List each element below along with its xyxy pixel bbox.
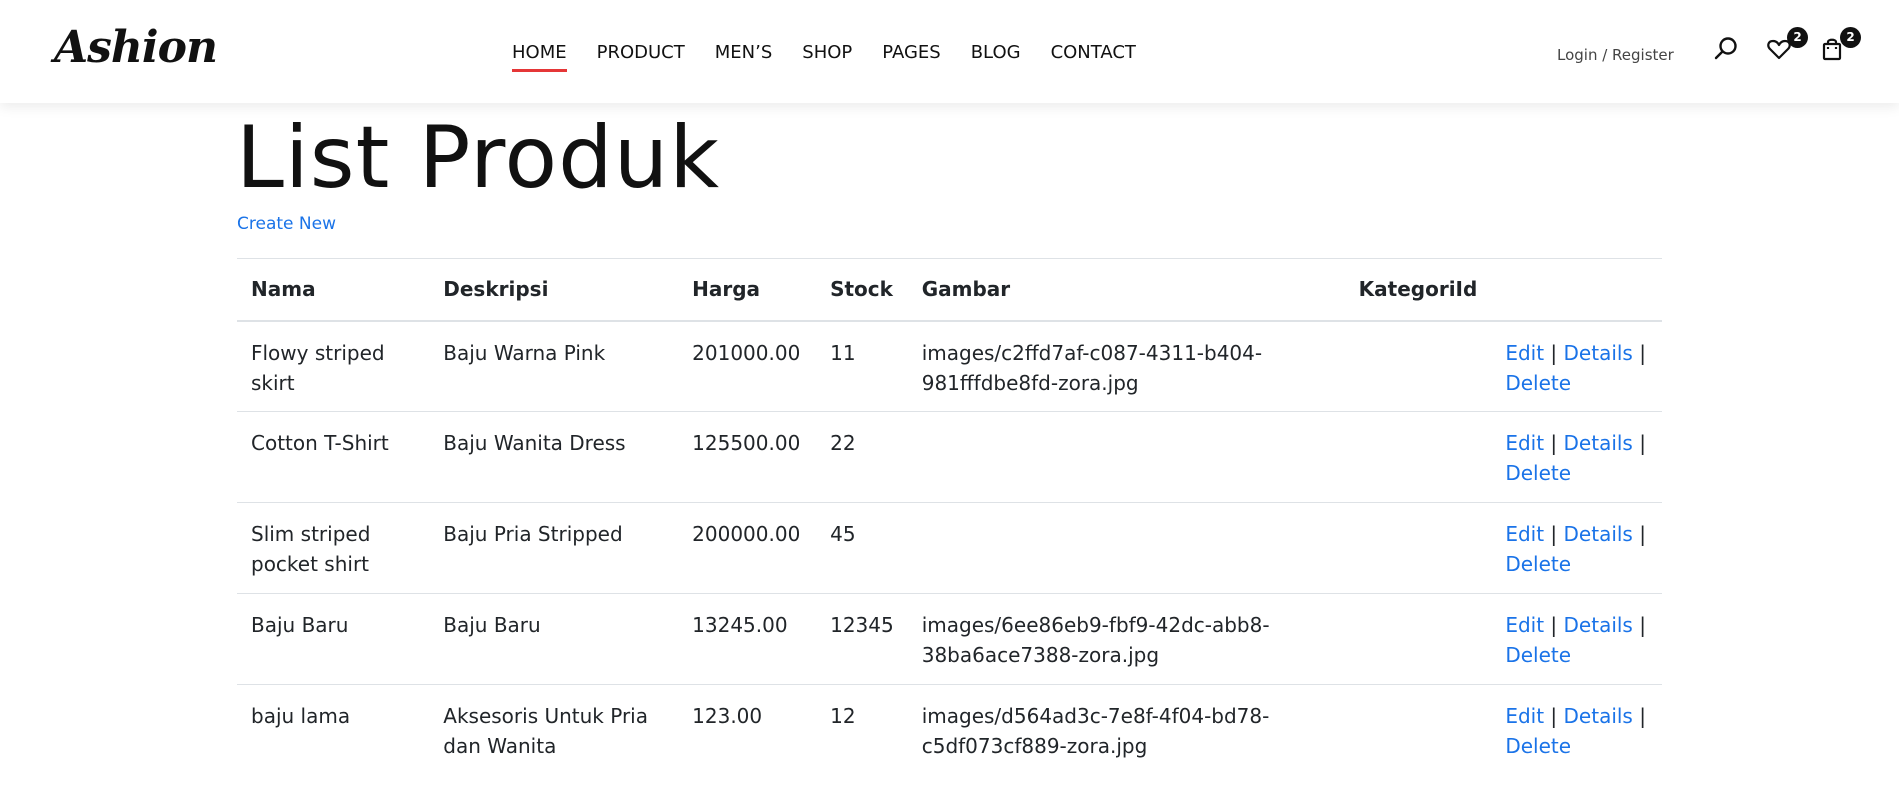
delete-link[interactable]: Delete [1505, 734, 1571, 758]
details-link[interactable]: Details [1564, 522, 1633, 546]
delete-link[interactable]: Delete [1505, 371, 1571, 395]
page-title: List Produk [236, 108, 720, 208]
cell-harga: 200000.00 [678, 502, 817, 594]
nav-blog[interactable]: BLOG [971, 40, 1021, 66]
cell-harga: 201000.00 [678, 320, 817, 412]
column-header-kategoriid: KategoriId [1344, 258, 1492, 322]
table-row: Baju Baru Baju Baru 13245.00 12345 image… [237, 593, 1662, 685]
nav-pages[interactable]: PAGES [882, 40, 940, 66]
delete-link[interactable]: Delete [1505, 461, 1571, 485]
column-header-nama: Nama [237, 258, 430, 322]
nav-mens[interactable]: MEN’S [715, 40, 773, 66]
edit-link[interactable]: Edit [1505, 704, 1544, 728]
cell-stock: 12 [816, 684, 908, 776]
cell-nama: baju lama [237, 684, 430, 776]
cell-nama: Flowy striped skirt [237, 320, 430, 412]
edit-link[interactable]: Edit [1505, 341, 1544, 365]
table-row: Slim striped pocket shirt Baju Pria Stri… [237, 502, 1662, 594]
login-register-link[interactable]: Login / Register [1557, 46, 1674, 64]
search-icon[interactable] [1713, 36, 1743, 66]
brand-logo[interactable]: Ashion [54, 22, 218, 73]
column-header-gambar: Gambar [907, 258, 1345, 322]
action-separator: | [1550, 431, 1558, 455]
cell-actions: Edit | Details | Delete [1491, 320, 1662, 412]
details-link[interactable]: Details [1564, 613, 1633, 637]
cell-gambar: images/d564ad3c-7e8f-4f04-bd78-c5df073cf… [907, 684, 1345, 776]
cell-deskripsi: Aksesoris Untuk Pria dan Wanita [429, 684, 679, 776]
action-separator: | [1550, 613, 1558, 637]
cell-harga: 125500.00 [678, 411, 817, 503]
cell-nama: Baju Baru [237, 593, 430, 685]
table-header-row: Nama Deskripsi Harga Stock Gambar Katego… [237, 258, 1662, 322]
column-header-deskripsi: Deskripsi [429, 258, 679, 322]
product-table: Nama Deskripsi Harga Stock Gambar Katego… [237, 258, 1662, 776]
column-header-stock: Stock [816, 258, 908, 322]
cell-actions: Edit | Details | Delete [1491, 411, 1662, 503]
action-separator: | [1550, 522, 1558, 546]
cell-nama: Cotton T-Shirt [237, 411, 430, 503]
wishlist-count-badge: 2 [1787, 27, 1808, 48]
nav-home[interactable]: HOME [512, 40, 567, 72]
details-link[interactable]: Details [1564, 704, 1633, 728]
action-separator: | [1639, 431, 1646, 455]
cell-actions: Edit | Details | Delete [1491, 684, 1662, 776]
details-link[interactable]: Details [1564, 431, 1633, 455]
column-header-harga: Harga [678, 258, 817, 322]
cell-gambar [907, 502, 1345, 594]
nav-shop[interactable]: SHOP [802, 40, 852, 66]
table-row: Cotton T-Shirt Baju Wanita Dress 125500.… [237, 411, 1662, 503]
nav-product[interactable]: PRODUCT [597, 40, 685, 66]
cell-gambar: images/c2ffd7af-c087-4311-b404-981fffdbe… [907, 320, 1345, 412]
cart-button[interactable]: 2 [1819, 27, 1861, 66]
action-separator: | [1639, 613, 1646, 637]
cell-kategoriid [1344, 593, 1492, 685]
cell-stock: 22 [816, 411, 908, 503]
action-separator: | [1550, 340, 1558, 365]
cell-kategoriid [1344, 502, 1492, 594]
action-separator: | [1639, 522, 1646, 546]
cell-gambar: images/6ee86eb9-fbf9-42dc-abb8-38ba6ace7… [907, 593, 1345, 685]
edit-link[interactable]: Edit [1505, 431, 1544, 455]
action-separator: | [1639, 340, 1646, 365]
table-row: baju lama Aksesoris Untuk Pria dan Wanit… [237, 684, 1662, 776]
delete-link[interactable]: Delete [1505, 643, 1571, 667]
column-header-actions [1491, 258, 1662, 322]
create-new-link[interactable]: Create New [237, 214, 336, 234]
cell-deskripsi: Baju Pria Stripped [429, 502, 679, 594]
action-separator: | [1639, 704, 1646, 728]
table-row: Flowy striped skirt Baju Warna Pink 2010… [237, 320, 1662, 412]
wishlist-button[interactable]: 2 [1766, 27, 1808, 66]
nav-contact[interactable]: CONTACT [1051, 40, 1136, 66]
cell-actions: Edit | Details | Delete [1491, 502, 1662, 594]
cell-kategoriid [1344, 684, 1492, 776]
cell-kategoriid [1344, 320, 1492, 412]
cell-stock: 11 [816, 320, 908, 412]
cell-deskripsi: Baju Baru [429, 593, 679, 685]
cell-stock: 45 [816, 502, 908, 594]
delete-link[interactable]: Delete [1505, 552, 1571, 576]
cell-actions: Edit | Details | Delete [1491, 593, 1662, 685]
cell-gambar [907, 411, 1345, 503]
main-nav: HOME PRODUCT MEN’S SHOP PAGES BLOG CONTA… [512, 40, 1166, 72]
action-separator: | [1550, 704, 1558, 728]
cell-harga: 13245.00 [678, 593, 817, 685]
cell-nama: Slim striped pocket shirt [237, 502, 430, 594]
cell-stock: 12345 [816, 593, 908, 685]
details-link[interactable]: Details [1564, 341, 1633, 365]
cell-deskripsi: Baju Wanita Dress [429, 411, 679, 503]
cart-count-badge: 2 [1840, 27, 1861, 48]
edit-link[interactable]: Edit [1505, 613, 1544, 637]
cell-kategoriid [1344, 411, 1492, 503]
site-header: Ashion HOME PRODUCT MEN’S SHOP PAGES BLO… [0, 0, 1899, 103]
edit-link[interactable]: Edit [1505, 522, 1544, 546]
cell-harga: 123.00 [678, 684, 817, 776]
cell-deskripsi: Baju Warna Pink [429, 320, 679, 412]
